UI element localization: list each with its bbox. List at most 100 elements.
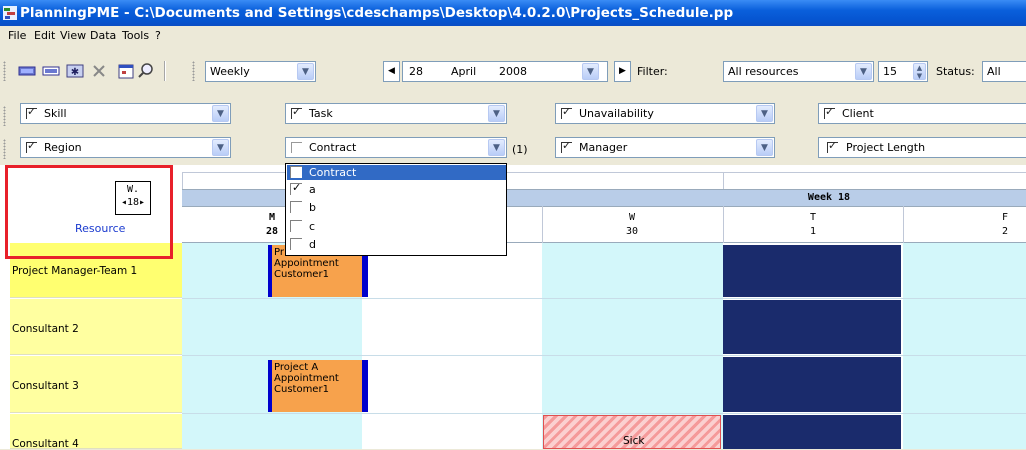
filter-row-1: ✓ Skill ▼ ✓ Task ▼ ✓ Unavailability ▼ ✓ …	[0, 101, 1026, 132]
contract-option[interactable]: d	[287, 237, 506, 252]
count-stepper[interactable]: 15 ▲ ▼	[878, 61, 928, 82]
option-checkbox[interactable]	[290, 166, 302, 178]
chevron-down-icon[interactable]: ▼	[212, 139, 229, 156]
filter-label: Filter:	[637, 65, 668, 78]
unavailability-block[interactable]	[723, 300, 901, 354]
day-letter-fri: F	[1001, 212, 1009, 223]
status-select[interactable]: All	[982, 61, 1026, 82]
project-length-checkbox[interactable]: ✓	[827, 139, 838, 153]
delete-icon[interactable]	[92, 64, 106, 78]
chevron-down-icon[interactable]: ▼	[756, 105, 773, 122]
filter-row-2: ✓ Region ▼ Contract ▼ (1) ✓ Manager ▼ ✓ …	[0, 134, 1026, 165]
view-mode-value: Weekly	[210, 65, 250, 78]
skill-filter[interactable]: ✓ Skill ▼	[20, 103, 231, 124]
view-mode-select[interactable]: Weekly ▼	[205, 61, 316, 82]
menu-help[interactable]: ?	[155, 29, 161, 42]
date-month: April	[451, 65, 477, 78]
manager-checkbox[interactable]: ✓	[561, 139, 572, 153]
unavailability-checkbox[interactable]: ✓	[561, 105, 572, 119]
week-label: Week 18	[807, 192, 851, 203]
contract-dropdown[interactable]: Contract ✓ a b c d	[285, 163, 507, 256]
resource-row[interactable]: Consultant 2	[10, 299, 182, 355]
menu-data[interactable]: Data	[90, 29, 116, 42]
contract-option[interactable]: c	[287, 219, 506, 234]
unavailability-block[interactable]	[723, 357, 901, 412]
day-column-fri[interactable]	[903, 243, 1026, 449]
contract-label: Contract	[309, 141, 357, 154]
task-block[interactable]: Project A Appointment Customer1	[268, 360, 368, 412]
task-filter[interactable]: ✓ Task ▼	[285, 103, 507, 124]
prev-date-button[interactable]: ◀	[383, 61, 400, 82]
manager-filter[interactable]: ✓ Manager ▼	[555, 137, 775, 158]
unavailability-block[interactable]	[723, 245, 901, 297]
view-days-icon[interactable]	[42, 65, 60, 77]
toolbar-separator	[164, 61, 166, 81]
resource-row[interactable]: Consultant 3	[10, 356, 182, 413]
highlight-box	[5, 165, 173, 259]
chevron-down-icon[interactable]: ▼	[756, 139, 773, 156]
toolbar-grip[interactable]	[192, 61, 195, 81]
region-label: Region	[44, 141, 82, 154]
skill-checkbox[interactable]: ✓	[26, 105, 37, 119]
contract-option[interactable]: Contract	[287, 165, 506, 180]
menu-file[interactable]: File	[8, 29, 26, 42]
resource-name: Consultant 3	[12, 380, 79, 392]
window-icon[interactable]	[118, 64, 134, 80]
date-picker[interactable]: 28 April 2008 ▼	[402, 61, 608, 82]
filter-select[interactable]: All resources ▼	[723, 61, 874, 82]
unavailability-block[interactable]	[723, 415, 901, 449]
project-length-filter[interactable]: ✓ Project Length	[818, 137, 1026, 158]
day-date-wed: 30	[625, 226, 639, 237]
resource-name: Consultant 2	[12, 323, 79, 335]
option-checkbox[interactable]	[290, 201, 302, 213]
resource-name: Project Manager-Team 1	[12, 265, 138, 277]
title-bar: PlanningPME - C:\Documents and Settings\…	[0, 0, 1026, 26]
option-checkbox[interactable]: ✓	[290, 181, 302, 195]
menu-tools[interactable]: Tools	[122, 29, 149, 42]
resource-row[interactable]: Consultant 4	[10, 414, 182, 450]
count-value: 15	[883, 65, 897, 78]
menu-view[interactable]: View	[60, 29, 86, 42]
task-checkbox[interactable]: ✓	[291, 105, 302, 119]
toolbar-grip[interactable]	[3, 61, 6, 81]
menu-edit[interactable]: Edit	[34, 29, 55, 42]
region-checkbox[interactable]: ✓	[26, 139, 37, 153]
option-checkbox[interactable]	[290, 220, 302, 232]
unavailability-label: Unavailability	[579, 107, 654, 120]
sick-label: Sick	[623, 435, 645, 447]
region-filter[interactable]: ✓ Region ▼	[20, 137, 231, 158]
day-date-fri: 2	[1001, 226, 1009, 237]
stepper-arrows-icon[interactable]: ▲ ▼	[913, 63, 926, 80]
next-date-button[interactable]: ▶	[614, 61, 631, 82]
toolbar-grip[interactable]	[3, 106, 6, 126]
contract-option[interactable]: ✓ a	[287, 181, 506, 197]
project-length-label: Project Length	[846, 141, 926, 154]
contract-count-badge: (1)	[512, 143, 528, 156]
sick-block[interactable]: Sick	[543, 415, 721, 449]
toolbar-grip[interactable]	[3, 139, 6, 159]
snowflake-icon[interactable]: ✱	[66, 63, 84, 79]
resource-name: Consultant 4	[12, 438, 79, 450]
client-checkbox[interactable]: ✓	[824, 105, 835, 119]
skill-label: Skill	[44, 107, 67, 120]
zoom-icon[interactable]	[138, 63, 154, 79]
main-toolbar: ✱ Weekly ▼ ◀ 28 April 2008 ▼ ▶ Filter: A…	[0, 56, 1026, 86]
contract-checkbox[interactable]	[291, 142, 302, 153]
chevron-down-icon[interactable]: ▼	[488, 139, 505, 156]
client-filter[interactable]: ✓ Client	[818, 103, 1026, 124]
unavailability-filter[interactable]: ✓ Unavailability ▼	[555, 103, 775, 124]
chevron-down-icon[interactable]: ▼	[297, 63, 314, 80]
option-checkbox[interactable]	[290, 238, 302, 250]
chevron-down-icon[interactable]: ▼	[212, 105, 229, 122]
contract-option[interactable]: b	[287, 200, 506, 215]
status-label: Status:	[936, 65, 975, 78]
menu-bar: File Edit View Data Tools ?	[0, 26, 1026, 46]
view-hours-icon[interactable]	[18, 65, 36, 77]
chevron-down-icon[interactable]: ▼	[582, 63, 599, 80]
manager-label: Manager	[579, 141, 628, 154]
day-column-tue[interactable]	[362, 243, 542, 449]
chevron-down-icon[interactable]: ▼	[488, 105, 505, 122]
contract-filter[interactable]: Contract ▼	[285, 137, 507, 158]
date-year: 2008	[499, 65, 527, 78]
chevron-down-icon[interactable]: ▼	[855, 63, 872, 80]
